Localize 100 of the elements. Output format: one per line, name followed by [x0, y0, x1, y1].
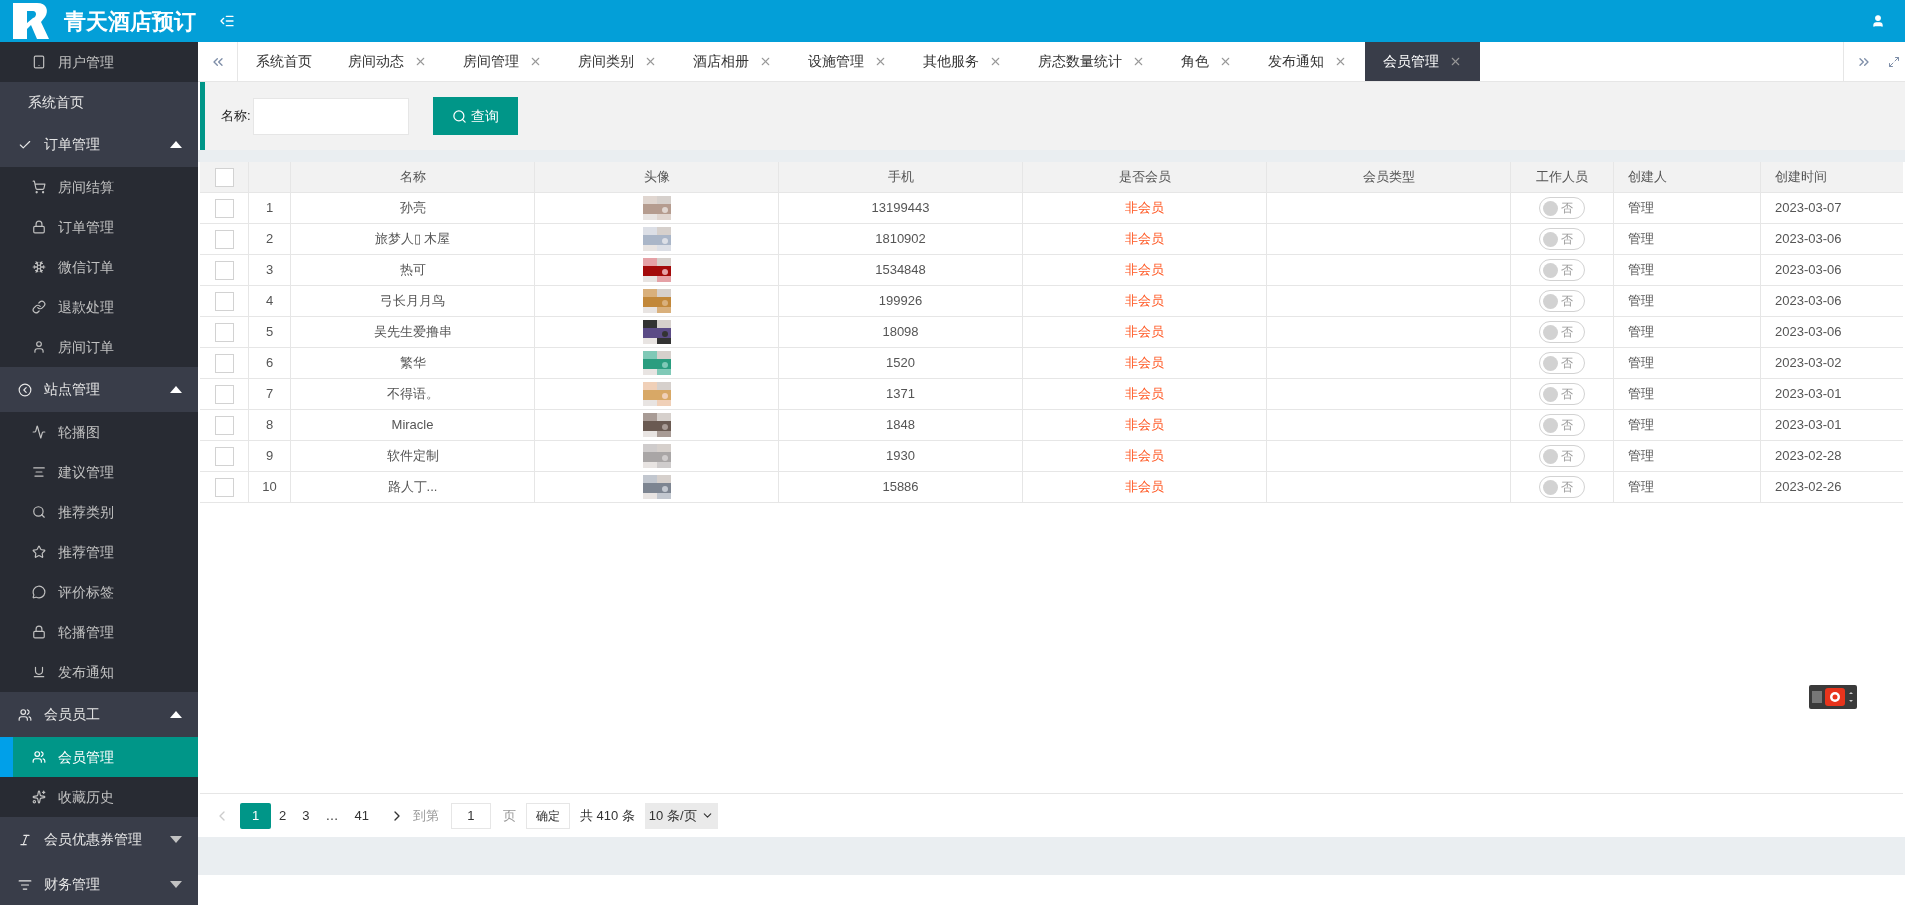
member-status: 非会员 — [1125, 230, 1164, 249]
collapse-caret-icon — [170, 141, 182, 148]
expand-caret-icon — [170, 881, 182, 888]
tab[interactable]: 其他服务 — [905, 42, 1020, 81]
close-icon[interactable] — [644, 55, 657, 68]
checkbox[interactable] — [214, 446, 234, 466]
tab[interactable]: 角色 — [1163, 42, 1250, 81]
close-icon[interactable] — [989, 55, 1002, 68]
table-cell-text: 管理 — [1628, 230, 1654, 249]
confirm-button[interactable]: 确定 — [525, 802, 570, 829]
checkbox[interactable] — [214, 229, 234, 249]
tab[interactable]: 酒店相册 — [675, 42, 790, 81]
sidebar-group[interactable]: 财务管理 — [0, 862, 198, 905]
close-icon[interactable] — [1132, 55, 1145, 68]
table-cell-text: 吴先生爱撸串 — [373, 323, 452, 342]
tab[interactable]: 房态数量统计 — [1020, 42, 1163, 81]
page-number[interactable]: 1 — [240, 802, 271, 829]
user-icon[interactable] — [1871, 14, 1885, 28]
row-number: 2 — [265, 230, 274, 249]
table-cell-text: 2023-03-06 — [1775, 323, 1842, 342]
row-number: 10 — [262, 478, 277, 497]
member-status: 非会员 — [1125, 354, 1164, 373]
name-field[interactable] — [252, 97, 409, 135]
checkbox[interactable] — [214, 167, 234, 187]
table-cell-text: 2023-03-01 — [1775, 416, 1842, 435]
table-cell-text: 管理 — [1628, 385, 1654, 404]
column-header: 名称 — [399, 168, 426, 187]
checkbox[interactable] — [214, 384, 234, 404]
page-field[interactable]: 1 — [450, 802, 491, 829]
goto-label: 到第 — [412, 806, 439, 825]
table-cell-text: 15886 — [882, 478, 919, 497]
close-icon[interactable] — [759, 55, 772, 68]
table-cell-text: 2023-02-28 — [1775, 447, 1842, 466]
checkbox[interactable] — [214, 291, 234, 311]
tab[interactable]: 设施管理 — [790, 42, 905, 81]
table-cell-text: 管理 — [1628, 323, 1654, 342]
tab[interactable]: 发布通知 — [1250, 42, 1365, 81]
table-cell-text: 管理 — [1628, 447, 1654, 466]
search-icon — [451, 108, 467, 124]
expand-icon — [1888, 55, 1900, 68]
table-cell-text: 旅梦人▯ 木屋 — [374, 230, 451, 249]
table-cell-text: 13199443 — [871, 199, 930, 218]
sidebar-group[interactable]: 站点管理 — [0, 367, 198, 412]
column-header: 会员类型 — [1362, 168, 1415, 187]
column-header: 创建时间 — [1775, 168, 1827, 187]
tab[interactable]: 房间管理 — [445, 42, 560, 81]
close-icon[interactable] — [414, 55, 427, 68]
table-cell-text: 管理 — [1628, 261, 1654, 280]
close-icon[interactable] — [1334, 55, 1347, 68]
tab[interactable]: 房间动态 — [330, 42, 445, 81]
sidebar-item[interactable]: 系统首页 — [0, 82, 198, 122]
checkbox[interactable] — [214, 198, 234, 218]
table-cell-text: 2023-02-26 — [1775, 478, 1842, 497]
sidebar-item[interactable]: 会员管理 — [0, 737, 198, 777]
page-number[interactable]: 2 — [271, 802, 295, 829]
sidebar-group[interactable]: 会员优惠券管理 — [0, 817, 198, 862]
checkbox[interactable] — [214, 353, 234, 373]
column-header: 是否会员 — [1118, 168, 1171, 187]
page-number[interactable]: 3 — [294, 802, 318, 829]
row-number: 6 — [265, 354, 274, 373]
table-cell-text: 1848 — [886, 416, 915, 435]
table-cell-text: 18098 — [882, 323, 919, 342]
table-cell-text: 热可 — [399, 261, 426, 280]
table-cell-text: 管理 — [1628, 292, 1654, 311]
close-icon[interactable] — [529, 55, 542, 68]
checkbox[interactable] — [214, 415, 234, 435]
collapse-caret-icon — [170, 386, 182, 393]
table-cell-text: 2023-03-06 — [1775, 230, 1842, 249]
close-icon[interactable] — [1449, 55, 1462, 68]
close-icon[interactable] — [1219, 55, 1232, 68]
search-button[interactable]: 查询 — [432, 97, 518, 135]
table-cell-text: 1810902 — [875, 230, 926, 249]
table-cell-text: 管理 — [1628, 478, 1654, 497]
close-icon[interactable] — [874, 55, 887, 68]
checkbox[interactable] — [214, 260, 234, 280]
sidebar-group[interactable]: 订单管理 — [0, 122, 198, 167]
sidebar-group[interactable]: 会员员工 — [0, 692, 198, 737]
page-number[interactable]: 41 — [346, 802, 377, 829]
table-cell-text: 弓长月月鸟 — [380, 292, 445, 311]
tab[interactable]: 会员管理 — [1365, 42, 1480, 81]
selection-indicator — [0, 737, 13, 777]
page-unit: 页 — [502, 806, 516, 825]
checkbox[interactable] — [214, 322, 234, 342]
tab[interactable]: 房间类别 — [560, 42, 675, 81]
table-cell-text: 199926 — [878, 292, 923, 311]
logo-icon — [13, 3, 49, 39]
tab[interactable]: 系统首页 — [238, 42, 330, 81]
checkbox[interactable] — [214, 477, 234, 497]
page-number[interactable]: … — [317, 802, 347, 829]
member-status: 非会员 — [1125, 447, 1164, 466]
page-size-select[interactable]: 10 条/页 — [644, 802, 718, 829]
member-status: 非会员 — [1125, 416, 1164, 435]
table-cell-text: 2023-03-06 — [1775, 261, 1842, 280]
ime-toolbar-icon — [1809, 685, 1857, 709]
table-cell-text: 繁华 — [399, 354, 426, 373]
table-cell-text: 1520 — [886, 354, 915, 373]
table-cell-text: 路人丁... — [387, 478, 438, 497]
table-cell-text: 2023-03-01 — [1775, 385, 1842, 404]
table-cell-text: 1371 — [886, 385, 915, 404]
table-cell-text: 不得语。 — [386, 385, 439, 404]
